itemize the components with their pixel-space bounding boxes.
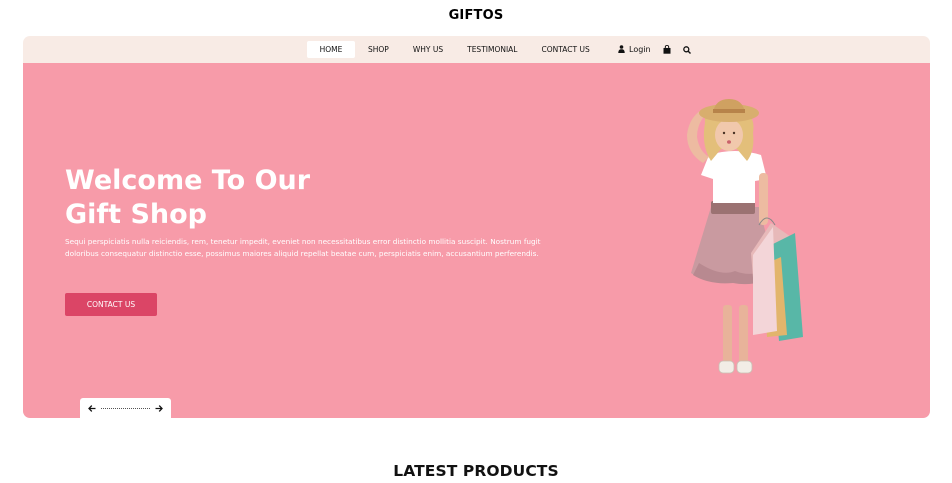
- nav-link-contact-us[interactable]: CONTACT US: [530, 41, 602, 58]
- search-icon[interactable]: [682, 45, 691, 54]
- shopping-bag-icon[interactable]: [663, 45, 671, 54]
- login-label: Login: [629, 45, 651, 54]
- brand-logo[interactable]: GIFTOS: [0, 8, 952, 23]
- latest-products-heading: LATEST PRODUCTS: [393, 462, 559, 480]
- nav-link-testimonial[interactable]: TESTIMONIAL: [455, 41, 529, 58]
- arrow-left-icon[interactable]: [88, 404, 96, 412]
- contact-us-button[interactable]: CONTACT US: [65, 293, 157, 316]
- carousel-controls: [80, 398, 171, 418]
- navbar: HOME SHOP WHY US TESTIMONIAL CONTACT US …: [23, 36, 930, 63]
- hero-title-line-1: Welcome To Our: [65, 165, 311, 196]
- hero-description: Sequi perspiciatis nulla reiciendis, rem…: [65, 237, 541, 259]
- login-link[interactable]: Login: [618, 44, 651, 55]
- nav-user-actions: Login: [618, 41, 691, 58]
- nav-link-home[interactable]: HOME: [307, 41, 355, 58]
- nav-link-why-us[interactable]: WHY US: [401, 41, 455, 58]
- hero-title-line-2: Gift Shop: [65, 199, 208, 230]
- carousel-indicator-line: [101, 407, 150, 409]
- hero-girl-image: [687, 99, 803, 374]
- user-icon: [618, 44, 629, 55]
- nav-links: HOME SHOP WHY US TESTIMONIAL CONTACT US: [307, 41, 602, 58]
- hero-slider: Welcome To Our Gift Shop Sequi perspicia…: [23, 63, 930, 418]
- nav-link-shop[interactable]: SHOP: [356, 41, 401, 58]
- arrow-right-icon[interactable]: [155, 404, 163, 412]
- hero-title: Welcome To Our Gift Shop: [65, 164, 385, 232]
